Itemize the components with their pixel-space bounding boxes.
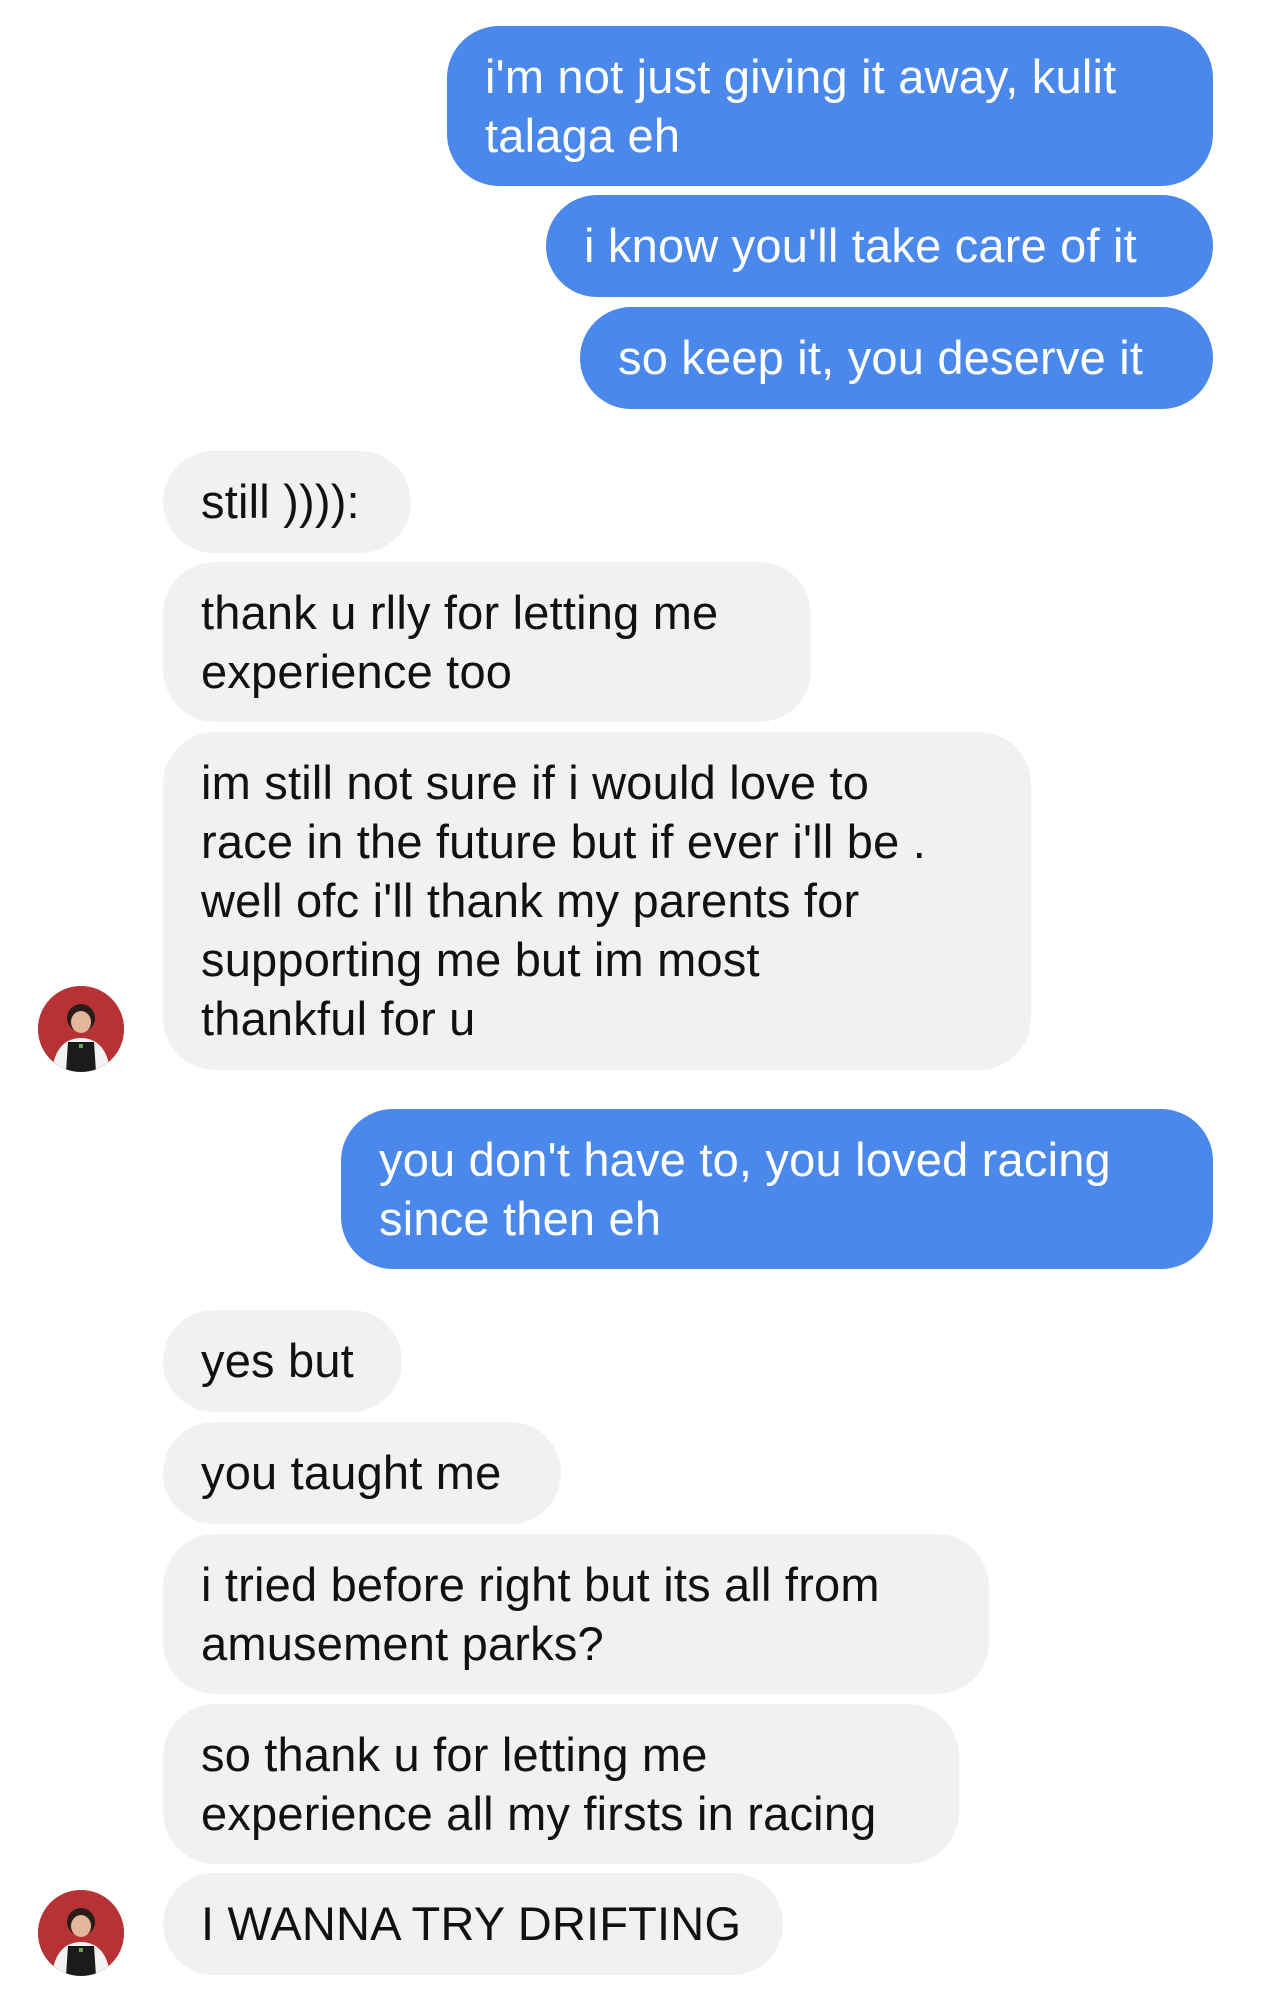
message-bubble-sent[interactable]: you don't have to, you loved racing sinc… [341,1109,1213,1269]
avatar-icon [38,986,124,1072]
message-bubble-received[interactable]: still )))): [163,451,411,553]
avatar-icon [38,1890,124,1976]
message-bubble-received[interactable]: thank u rlly for letting me experience t… [163,562,811,722]
message-bubble-sent[interactable]: i know you'll take care of it [546,195,1213,297]
message-bubble-received[interactable]: so thank u for letting me experience all… [163,1704,959,1864]
contact-avatar[interactable] [38,986,124,1072]
message-bubble-received[interactable]: i tried before right but its all from am… [163,1534,989,1694]
message-bubble-received[interactable]: I WANNA TRY DRIFTING [163,1873,783,1975]
contact-avatar[interactable] [38,1890,124,1976]
message-bubble-sent[interactable]: so keep it, you deserve it [580,307,1213,409]
message-bubble-sent[interactable]: i'm not just giving it away, kulit talag… [447,26,1213,186]
message-bubble-received[interactable]: you taught me [163,1422,561,1524]
message-bubble-received[interactable]: im still not sure if i would love to rac… [163,732,1031,1070]
message-bubble-received[interactable]: yes but [163,1310,402,1412]
